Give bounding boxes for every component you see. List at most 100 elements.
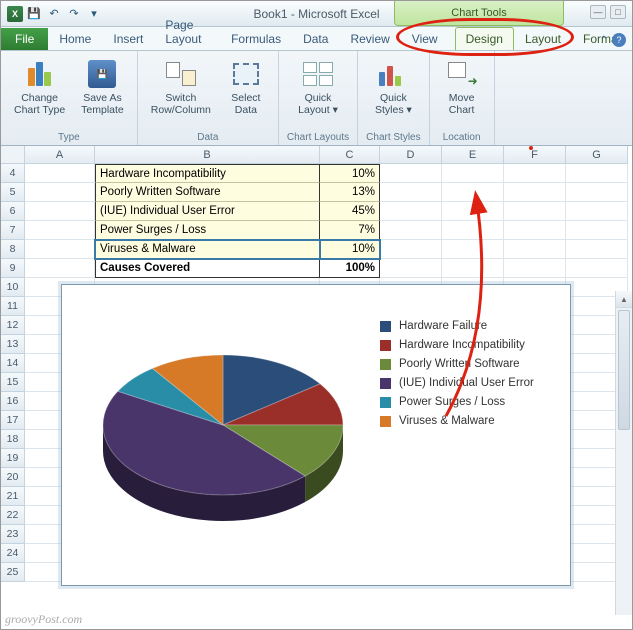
cell-B7[interactable]: Power Surges / Loss (95, 221, 320, 240)
col-header-f[interactable]: F (504, 146, 566, 164)
cell-D7[interactable] (380, 221, 442, 240)
row-header-6[interactable]: 6 (1, 202, 25, 221)
row-header-19[interactable]: 19 (1, 449, 25, 468)
cell-D9[interactable] (380, 259, 442, 278)
row-header-5[interactable]: 5 (1, 183, 25, 202)
cell-G4[interactable] (566, 164, 628, 183)
row-header-24[interactable]: 24 (1, 544, 25, 563)
cell-E9[interactable] (442, 259, 504, 278)
row-header-17[interactable]: 17 (1, 411, 25, 430)
cell-F5[interactable] (504, 183, 566, 202)
cell-B9[interactable]: Causes Covered (95, 259, 320, 278)
row-header-25[interactable]: 25 (1, 563, 25, 582)
cell-G5[interactable] (566, 183, 628, 202)
cell-E6[interactable] (442, 202, 504, 221)
legend-item[interactable]: Power Surges / Loss (380, 396, 562, 408)
cell-C8[interactable]: 10% (320, 240, 380, 259)
qat-undo-button[interactable]: ↶ (45, 5, 63, 23)
row-header-22[interactable]: 22 (1, 506, 25, 525)
chart-legend[interactable]: Hardware Failure Hardware Incompatibility… (380, 285, 570, 585)
cell-E7[interactable] (442, 221, 504, 240)
cell-C6[interactable]: 45% (320, 202, 380, 221)
cell-F6[interactable] (504, 202, 566, 221)
cell-G9[interactable] (566, 259, 628, 278)
qat-save-button[interactable]: 💾 (25, 5, 43, 23)
cell-B6[interactable]: (IUE) Individual User Error (95, 202, 320, 221)
col-header-e[interactable]: E (442, 146, 504, 164)
col-header-g[interactable]: G (566, 146, 628, 164)
tab-home[interactable]: Home (48, 27, 102, 50)
col-header-b[interactable]: B (95, 146, 320, 164)
col-header-a[interactable]: A (25, 146, 95, 164)
row-header-13[interactable]: 13 (1, 335, 25, 354)
cell-B8[interactable]: Viruses & Malware (95, 240, 320, 259)
row-header-14[interactable]: 14 (1, 354, 25, 373)
cell-A7[interactable] (25, 221, 95, 240)
minimize-ribbon-button[interactable]: ⌃ (600, 35, 608, 46)
qat-redo-button[interactable]: ↷ (65, 5, 83, 23)
embedded-chart[interactable]: Hardware Failure Hardware Incompatibility… (61, 284, 571, 586)
cell-F9[interactable] (504, 259, 566, 278)
scroll-thumb[interactable] (618, 310, 630, 430)
legend-item[interactable]: Viruses & Malware (380, 415, 562, 427)
cell-C7[interactable]: 7% (320, 221, 380, 240)
row-header-16[interactable]: 16 (1, 392, 25, 411)
tab-page-layout[interactable]: Page Layout (154, 13, 220, 50)
cell-D6[interactable] (380, 202, 442, 221)
save-as-template-button[interactable]: 💾 Save As Template (76, 55, 129, 130)
quick-layout-button[interactable]: Quick Layout ▾ (293, 55, 343, 130)
legend-item[interactable]: Hardware Incompatibility (380, 339, 562, 351)
qat-more-button[interactable]: ▾ (85, 5, 103, 23)
cell-G6[interactable] (566, 202, 628, 221)
help-button[interactable]: ? (612, 33, 626, 47)
vertical-scrollbar[interactable]: ▲ (615, 291, 632, 615)
row-header-21[interactable]: 21 (1, 487, 25, 506)
row-header-7[interactable]: 7 (1, 221, 25, 240)
cell-G8[interactable] (566, 240, 628, 259)
cell-C9[interactable]: 100% (320, 259, 380, 278)
legend-item[interactable]: Hardware Failure (380, 320, 562, 332)
row-header-8[interactable]: 8 (1, 240, 25, 259)
cell-A8[interactable] (25, 240, 95, 259)
cell-A6[interactable] (25, 202, 95, 221)
row-header-9[interactable]: 9 (1, 259, 25, 278)
quick-styles-button[interactable]: Quick Styles ▾ (369, 55, 417, 130)
cell-B5[interactable]: Poorly Written Software (95, 183, 320, 202)
cell-C5[interactable]: 13% (320, 183, 380, 202)
scroll-up-button[interactable]: ▲ (616, 291, 632, 308)
change-chart-type-button[interactable]: Change Chart Type (9, 55, 70, 130)
cell-D4[interactable] (380, 164, 442, 183)
tab-design[interactable]: Design (455, 27, 514, 50)
row-header-4[interactable]: 4 (1, 164, 25, 183)
row-header-11[interactable]: 11 (1, 297, 25, 316)
tab-formulas[interactable]: Formulas (220, 27, 292, 50)
chart-plot-area[interactable] (62, 285, 380, 585)
tab-layout[interactable]: Layout (514, 27, 572, 50)
tab-insert[interactable]: Insert (102, 27, 154, 50)
cell-F4[interactable] (504, 164, 566, 183)
worksheet[interactable]: A B C D E F G 4Hardware Incompatibility1… (1, 146, 632, 615)
legend-item[interactable]: (IUE) Individual User Error (380, 377, 562, 389)
switch-row-column-button[interactable]: Switch Row/Column (146, 55, 216, 130)
tab-data[interactable]: Data (292, 27, 339, 50)
cell-E8[interactable] (442, 240, 504, 259)
row-header-10[interactable]: 10 (1, 278, 25, 297)
cell-F7[interactable] (504, 221, 566, 240)
col-header-d[interactable]: D (380, 146, 442, 164)
maximize-button[interactable]: □ (610, 5, 626, 19)
cell-E4[interactable] (442, 164, 504, 183)
move-chart-button[interactable]: Move Chart (438, 55, 486, 130)
tab-review[interactable]: Review (339, 27, 400, 50)
cell-A4[interactable] (25, 164, 95, 183)
cell-B4[interactable]: Hardware Incompatibility (95, 164, 320, 183)
row-header-20[interactable]: 20 (1, 468, 25, 487)
row-header-18[interactable]: 18 (1, 430, 25, 449)
select-all-corner[interactable] (1, 146, 25, 164)
cell-F8[interactable] (504, 240, 566, 259)
cell-E5[interactable] (442, 183, 504, 202)
select-data-button[interactable]: Select Data (222, 55, 270, 130)
cell-D8[interactable] (380, 240, 442, 259)
tab-file[interactable]: File (1, 28, 48, 50)
cell-D5[interactable] (380, 183, 442, 202)
cell-G7[interactable] (566, 221, 628, 240)
